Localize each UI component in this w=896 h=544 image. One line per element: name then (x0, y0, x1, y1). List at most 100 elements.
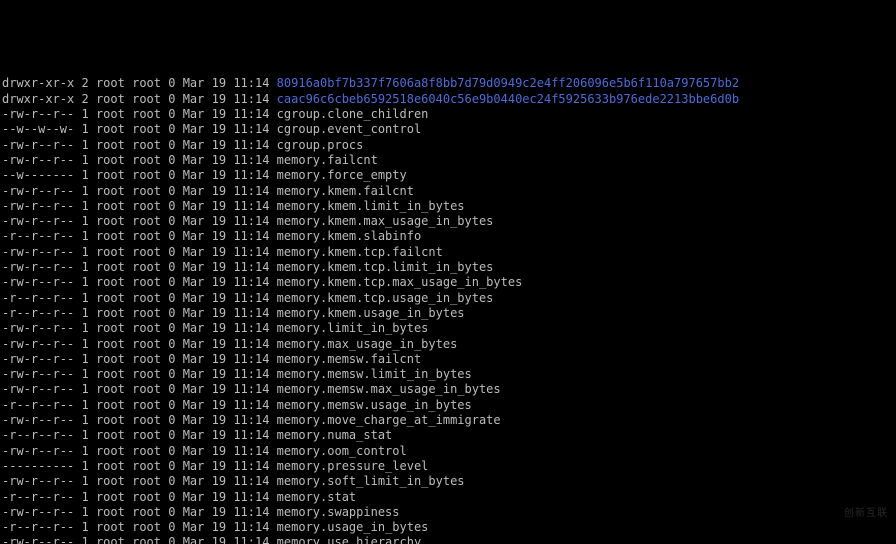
file-day: 19 (212, 474, 226, 488)
file-name: memory.kmem.tcp.max_usage_in_bytes (277, 275, 523, 289)
file-group: root (132, 122, 161, 136)
file-size: 0 (168, 245, 175, 259)
file-permissions: -r--r--r-- (2, 520, 74, 534)
file-group: root (132, 367, 161, 381)
file-group: root (132, 275, 161, 289)
ls-row: -rw-r--r-- 1 root root 0 Mar 19 11:14 me… (2, 367, 894, 382)
file-month: Mar (183, 153, 205, 167)
file-time: 11:14 (233, 168, 269, 182)
file-day: 19 (212, 337, 226, 351)
file-links: 1 (81, 138, 88, 152)
ls-row: -rw-r--r-- 1 root root 0 Mar 19 11:14 me… (2, 474, 894, 489)
file-links: 2 (81, 92, 88, 106)
file-permissions: -r--r--r-- (2, 229, 74, 243)
file-group: root (132, 199, 161, 213)
file-day: 19 (212, 168, 226, 182)
file-links: 2 (81, 76, 88, 90)
file-group: root (132, 413, 161, 427)
file-month: Mar (183, 535, 205, 544)
file-links: 1 (81, 214, 88, 228)
file-size: 0 (168, 107, 175, 121)
file-name: memory.stat (277, 490, 356, 504)
file-group: root (132, 352, 161, 366)
file-month: Mar (183, 214, 205, 228)
file-time: 11:14 (233, 76, 269, 90)
file-group: root (132, 337, 161, 351)
file-links: 1 (81, 382, 88, 396)
file-month: Mar (183, 168, 205, 182)
file-time: 11:14 (233, 291, 269, 305)
file-day: 19 (212, 306, 226, 320)
file-day: 19 (212, 122, 226, 136)
file-group: root (132, 92, 161, 106)
file-links: 1 (81, 245, 88, 259)
file-name: memory.use_hierarchy (277, 535, 422, 544)
ls-row: -rw-r--r-- 1 root root 0 Mar 19 11:14 me… (2, 337, 894, 352)
file-owner: root (96, 168, 125, 182)
file-day: 19 (212, 444, 226, 458)
file-owner: root (96, 214, 125, 228)
file-name: memory.memsw.max_usage_in_bytes (277, 382, 501, 396)
file-owner: root (96, 122, 125, 136)
file-permissions: --w------- (2, 168, 74, 182)
file-permissions: -rw-r--r-- (2, 444, 74, 458)
file-owner: root (96, 138, 125, 152)
file-day: 19 (212, 367, 226, 381)
file-owner: root (96, 428, 125, 442)
file-time: 11:14 (233, 184, 269, 198)
file-name: memory.swappiness (277, 505, 400, 519)
file-group: root (132, 306, 161, 320)
file-links: 1 (81, 260, 88, 274)
file-owner: root (96, 153, 125, 167)
ls-row: -rw-r--r-- 1 root root 0 Mar 19 11:14 me… (2, 199, 894, 214)
file-permissions: -rw-r--r-- (2, 321, 74, 335)
file-day: 19 (212, 229, 226, 243)
file-time: 11:14 (233, 275, 269, 289)
file-group: root (132, 184, 161, 198)
ls-row: --w--w--w- 1 root root 0 Mar 19 11:14 cg… (2, 122, 894, 137)
ls-row: -rw-r--r-- 1 root root 0 Mar 19 11:14 me… (2, 184, 894, 199)
file-time: 11:14 (233, 535, 269, 544)
ls-row: -r--r--r-- 1 root root 0 Mar 19 11:14 me… (2, 398, 894, 413)
file-name: memory.limit_in_bytes (277, 321, 429, 335)
file-size: 0 (168, 260, 175, 274)
file-day: 19 (212, 199, 226, 213)
file-day: 19 (212, 490, 226, 504)
file-month: Mar (183, 260, 205, 274)
file-size: 0 (168, 520, 175, 534)
file-time: 11:14 (233, 367, 269, 381)
file-name: memory.force_empty (277, 168, 407, 182)
file-owner: root (96, 490, 125, 504)
file-size: 0 (168, 382, 175, 396)
ls-row: drwxr-xr-x 2 root root 0 Mar 19 11:14 ca… (2, 92, 894, 107)
file-group: root (132, 474, 161, 488)
file-time: 11:14 (233, 490, 269, 504)
directory-name: 80916a0bf7b337f7606a8f8bb7d79d0949c2e4ff… (277, 76, 739, 90)
file-group: root (132, 520, 161, 534)
file-size: 0 (168, 199, 175, 213)
file-group: root (132, 444, 161, 458)
file-permissions: -rw-r--r-- (2, 275, 74, 289)
file-name: memory.usage_in_bytes (277, 520, 429, 534)
file-permissions: -rw-r--r-- (2, 352, 74, 366)
file-links: 1 (81, 291, 88, 305)
file-size: 0 (168, 474, 175, 488)
file-group: root (132, 168, 161, 182)
file-owner: root (96, 275, 125, 289)
file-size: 0 (168, 275, 175, 289)
file-group: root (132, 291, 161, 305)
file-name: cgroup.procs (277, 138, 364, 152)
file-size: 0 (168, 168, 175, 182)
file-size: 0 (168, 352, 175, 366)
file-owner: root (96, 199, 125, 213)
file-owner: root (96, 245, 125, 259)
file-owner: root (96, 107, 125, 121)
file-month: Mar (183, 444, 205, 458)
file-name: memory.oom_control (277, 444, 407, 458)
file-permissions: -r--r--r-- (2, 490, 74, 504)
file-owner: root (96, 444, 125, 458)
file-month: Mar (183, 520, 205, 534)
file-month: Mar (183, 275, 205, 289)
file-time: 11:14 (233, 199, 269, 213)
file-links: 1 (81, 321, 88, 335)
